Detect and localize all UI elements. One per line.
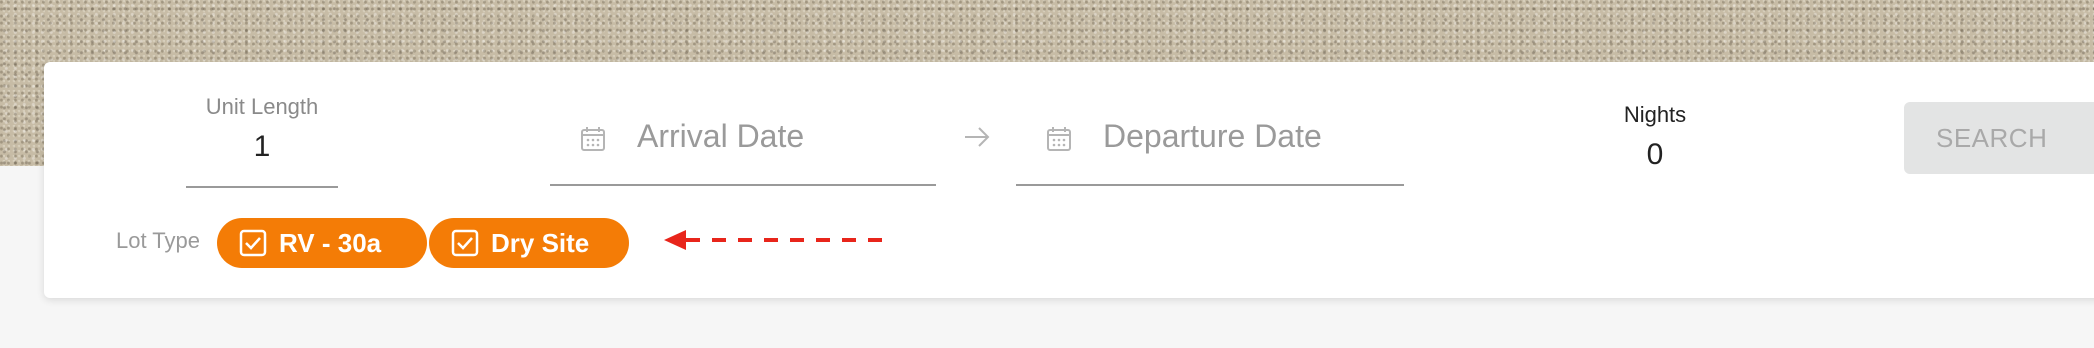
departure-date-placeholder: Departure Date (1103, 118, 1322, 154)
calendar-icon (1047, 127, 1071, 151)
arrival-date-placeholder: Arrival Date (637, 118, 805, 154)
checkbox-checked-icon (239, 229, 267, 257)
lot-type-label: Lot Type (116, 228, 200, 253)
chip-label: RV - 30a (279, 227, 382, 258)
chip-label: Dry Site (491, 227, 590, 258)
annotation-arrow-icon (664, 230, 884, 250)
lot-type-chip-dry-site[interactable]: Dry Site (429, 218, 629, 268)
unit-length-field[interactable]: Unit Length 1 (186, 94, 338, 188)
search-button[interactable]: SEARCH (1904, 102, 2094, 174)
calendar-icon (581, 127, 605, 151)
arrival-date-input[interactable]: Arrival Date (550, 104, 936, 186)
unit-length-value[interactable]: 1 (186, 130, 338, 164)
checkbox-checked-icon (451, 229, 479, 257)
unit-length-label: Unit Length (205, 94, 319, 119)
nights-value: 0 (1646, 138, 1664, 171)
departure-date-input[interactable]: Departure Date (1016, 104, 1404, 186)
lot-type-chip-rv-30a[interactable]: RV - 30a (217, 218, 427, 268)
nights-label: Nights (1623, 102, 1687, 127)
arrow-right-icon (965, 127, 990, 147)
